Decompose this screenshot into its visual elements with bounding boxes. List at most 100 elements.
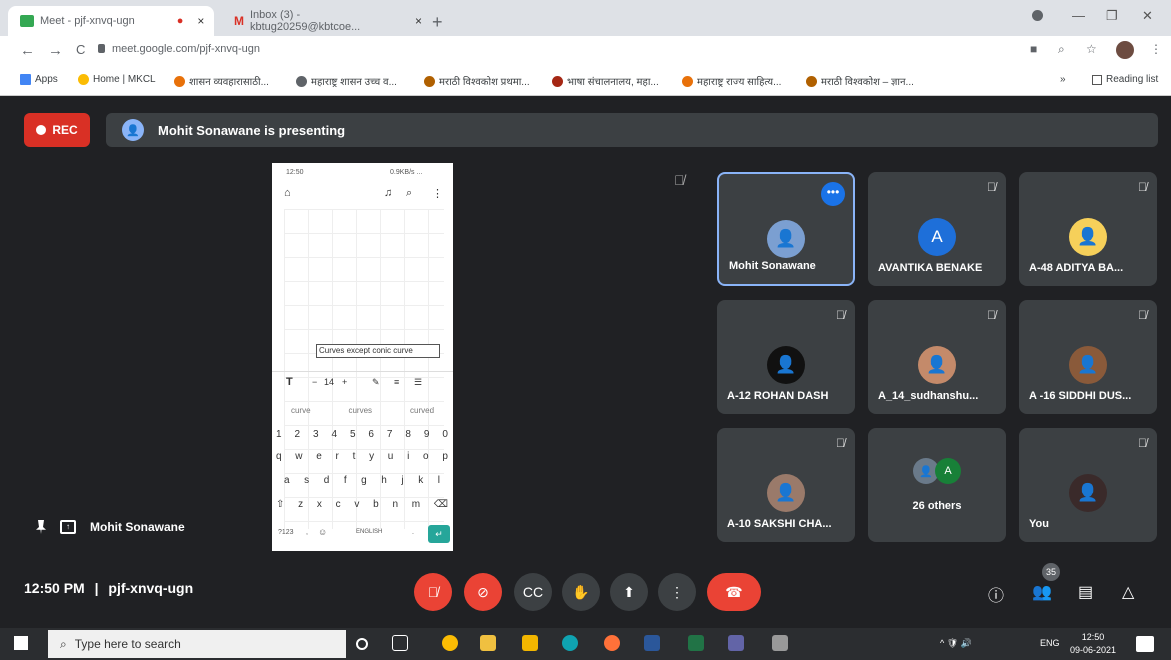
new-tab-button[interactable]: + (432, 12, 443, 33)
emblem-icon (552, 75, 563, 87)
lock-icon (98, 44, 105, 53)
mic-off-icon: 🎙̸ (987, 308, 996, 322)
brush-icon: ✎ (372, 377, 380, 387)
avatar: 👤 (1069, 474, 1107, 512)
minimize-button[interactable]: — (1072, 8, 1085, 23)
bookmark-item[interactable]: महाराष्ट्र शासन उच्च व... (296, 74, 397, 88)
bookmark-item[interactable]: भाषा संचालनालय, महा... (552, 74, 659, 88)
account-dot-icon[interactable] (1032, 10, 1043, 21)
self-tile[interactable]: 🎙̸ 👤 You (1019, 428, 1157, 542)
participant-name: A-48 ADITYA BA... (1029, 262, 1124, 274)
others-tile[interactable]: 👤 A 26 others (868, 428, 1006, 542)
notification-center-icon[interactable] (1136, 636, 1154, 652)
more-options-icon[interactable]: ⋮ (658, 573, 696, 611)
tray-language[interactable]: ENG (1040, 638, 1060, 648)
people-icon[interactable]: 👥 (1032, 582, 1052, 602)
more-options-button[interactable]: ••• (821, 182, 845, 206)
mic-off-icon: 🎙̸ (674, 172, 685, 188)
teams-icon[interactable] (728, 635, 744, 651)
apps-grid-icon (20, 74, 31, 85)
tab-title: Meet - pjf-xnvq-ugn (40, 15, 135, 27)
bookmark-item[interactable]: मराठी विश्वकोश प्रथमा... (424, 74, 530, 88)
forward-button[interactable]: → (48, 42, 63, 59)
tab-close-button[interactable]: × (197, 14, 204, 28)
url-field[interactable]: meet.google.com/pjf-xnvq-ugn (112, 43, 260, 55)
format-toolbar: T − 14 + ✎ ≡ ☰ (272, 371, 453, 393)
participant-count-badge: 35 (1042, 563, 1060, 581)
file-explorer-icon[interactable] (522, 635, 538, 651)
back-button[interactable]: ← (20, 42, 35, 59)
recording-dot-icon: ● (176, 15, 184, 27)
participant-tile[interactable]: 🎙̸ 👤 A-12 ROHAN DASH (717, 300, 855, 414)
participant-tile[interactable]: 🎙̸ 👤 A -16 SIDDHI DUS... (1019, 300, 1157, 414)
edge-icon[interactable] (562, 635, 578, 651)
windows-start-icon[interactable] (14, 636, 28, 650)
bookmark-item[interactable]: महाराष्ट्र राज्य साहित्य... (682, 74, 781, 88)
camera-toggle-button[interactable]: ⊘ (464, 573, 502, 611)
mic-off-icon: 🎙̸ (836, 308, 845, 322)
clock-time: 12:50 (1081, 632, 1105, 642)
mic-off-icon: 🎙̸ (987, 180, 996, 194)
camera-indicator-icon[interactable]: ■ (1030, 42, 1037, 56)
tab-title: Inbox (3) - kbtug20259@kbtcoe... (250, 9, 361, 33)
leave-call-button[interactable]: ☎ (707, 573, 761, 611)
participant-name: You (1029, 518, 1049, 530)
participant-tile[interactable]: ••• 👤 Mohit Sonawane (717, 172, 855, 286)
align-icon: ≡ (394, 377, 400, 387)
menu-kebab-icon[interactable]: ⋮ (1150, 42, 1162, 56)
pin-icon[interactable] (36, 520, 46, 534)
bookmark-star-icon[interactable]: ☆ (1086, 42, 1097, 56)
captions-button[interactable]: CC (514, 573, 552, 611)
task-view-icon[interactable] (392, 635, 408, 651)
participant-tile[interactable]: 🎙̸ 👤 A_14_sudhanshu... (868, 300, 1006, 414)
excel-icon[interactable] (688, 635, 704, 651)
chat-icon[interactable]: ▤ (1078, 582, 1093, 602)
activities-icon[interactable]: △ (1122, 582, 1134, 602)
globe-icon (296, 75, 307, 87)
mic-off-icon: 🎙̸ (836, 436, 845, 450)
presenter-label: ↑ Mohit Sonawane (36, 520, 185, 534)
close-window-button[interactable]: ✕ (1142, 8, 1153, 24)
store-icon[interactable] (480, 635, 496, 651)
enter-key: ↵ (428, 525, 450, 543)
tab-close-button[interactable]: × (415, 14, 422, 28)
raise-hand-button[interactable]: ✋ (562, 573, 600, 611)
participant-tile[interactable]: 🎙̸ 👤 A-10 SAKSHI CHA... (717, 428, 855, 542)
participant-tile[interactable]: 🎙̸ A AVANTIKA BENAKE (868, 172, 1006, 286)
bookmark-apps[interactable]: Apps (20, 74, 58, 85)
presenter-name: Mohit Sonawane (90, 520, 185, 534)
word-icon[interactable] (644, 635, 660, 651)
participant-name: A-10 SAKSHI CHA... (727, 518, 832, 530)
emblem-icon (806, 75, 817, 87)
tray-icons[interactable]: ^ 🛡 🔊 (940, 638, 972, 649)
meeting-info-icon[interactable]: ⓘ (988, 582, 1004, 606)
reload-button[interactable]: C (76, 42, 85, 57)
chrome-icon[interactable] (442, 635, 458, 651)
tab-gmail[interactable]: M Inbox (3) - kbtug20259@kbtcoe... × (222, 6, 422, 36)
participant-tile[interactable]: 🎙̸ 👤 A-48 ADITYA BA... (1019, 172, 1157, 286)
restore-button[interactable]: ❐ (1106, 8, 1118, 24)
bookmark-mkcl[interactable]: Home | MKCL (78, 74, 156, 85)
present-now-button[interactable]: ⬆ (610, 573, 648, 611)
bookmark-item[interactable]: मराठी विश्वकोश – ज्ञान... (806, 74, 914, 88)
keyboard-row-middle: asdfghjkl (284, 475, 440, 486)
others-avatars: 👤 A (913, 458, 961, 484)
keyboard-bottom-row: ?123 , ☺ ENGLISH . (278, 527, 414, 537)
cortana-icon[interactable] (356, 638, 368, 650)
mic-toggle-button[interactable]: 🎙̸ (414, 573, 452, 611)
more-bookmarks-button[interactable]: » (1060, 74, 1066, 85)
bookmark-item[interactable]: शासन व्यवहारासाठी... (174, 74, 269, 88)
meeting-code: pjf-xnvq-ugn (108, 580, 194, 596)
zoom-icon[interactable]: ⌕ (1058, 42, 1065, 57)
tab-meet[interactable]: Meet - pjf-xnvq-ugn ● × (8, 6, 214, 36)
mic-off-icon: 🎙̸ (1138, 308, 1147, 322)
reading-list-button[interactable]: Reading list (1092, 74, 1158, 85)
taskbar-search[interactable]: ⌕ Type here to search (48, 630, 346, 658)
participant-name: A-12 ROHAN DASH (727, 390, 829, 402)
firefox-icon[interactable] (604, 635, 620, 651)
app-icon[interactable] (772, 635, 788, 651)
avatar: 👤 (918, 346, 956, 384)
taskbar-clock[interactable]: 12:50 09-06-2021 (1070, 631, 1116, 657)
recording-indicator[interactable]: REC (24, 113, 90, 147)
profile-avatar[interactable] (1116, 41, 1134, 59)
